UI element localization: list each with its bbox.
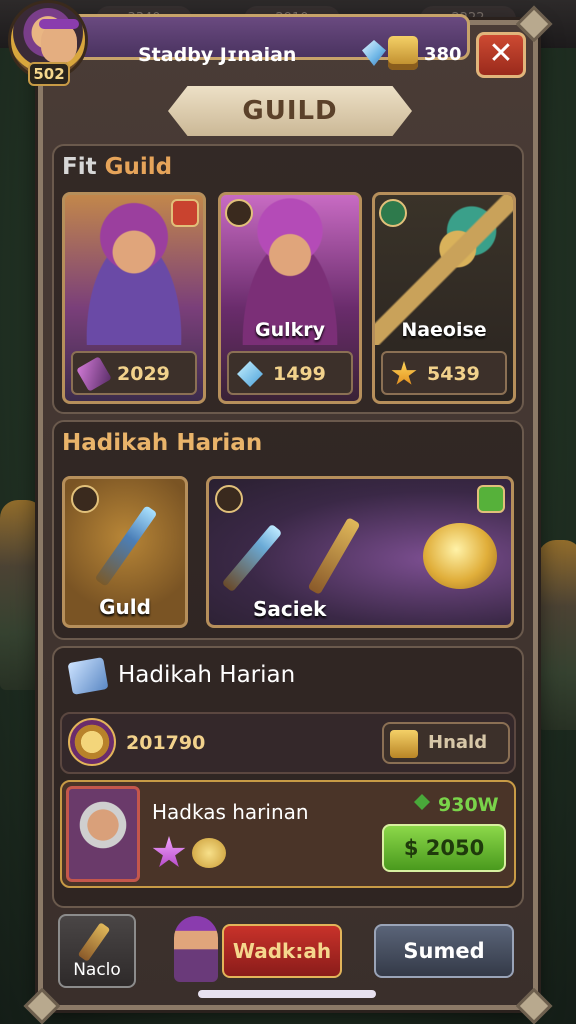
spear-icon (94, 505, 158, 587)
card-stat: 2029 (71, 351, 197, 395)
card-value: 5439 (427, 363, 480, 385)
fit-guild-title: Fit Guild (62, 154, 172, 180)
coin-stack-icon (68, 718, 116, 766)
torch-icon (221, 523, 283, 593)
rewards-title: Hadikah Harian (118, 662, 296, 688)
member-gems: 930W (438, 794, 499, 816)
background-character-right (538, 540, 576, 730)
coins-amount: 201790 (126, 732, 206, 754)
hero-avatar-icon (174, 916, 218, 982)
coin-badge-icon (215, 485, 243, 513)
member-name: Hadkas harinan (152, 800, 309, 824)
hnald-label: Hnald (428, 732, 488, 753)
crystal-icon (237, 361, 263, 387)
fit-guild-title-part2: Guild (104, 154, 173, 180)
currency-amount: 380 (424, 44, 462, 65)
fit-guild-title-part1: Fit (62, 154, 97, 180)
panel-corner-ornament (23, 987, 61, 1024)
card-name: Gulkry (254, 319, 326, 341)
daily-title: Hadikah Harian (62, 430, 263, 456)
card-value: 1499 (273, 363, 326, 385)
avatar-headband (39, 19, 79, 29)
buy-button[interactable]: $ 2050 (382, 824, 506, 872)
link-icon[interactable] (477, 485, 505, 513)
wadkah-button[interactable]: Wadk:ah (222, 924, 342, 978)
star-badge-icon (225, 199, 253, 227)
sumed-button[interactable]: Sumed (374, 924, 514, 978)
daily-reward-left-label: Guld (99, 595, 151, 619)
chest-icon (67, 657, 109, 695)
page-title: GUILD (168, 86, 412, 136)
gold-icon (388, 36, 418, 70)
guild-card-1[interactable]: 2029 (62, 192, 206, 404)
naclo-button[interactable]: Naclo (58, 914, 136, 988)
guild-card-3[interactable]: Naeoise 5439 (372, 192, 516, 404)
guild-card-2[interactable]: Gulkry 1499 (218, 192, 362, 404)
player-name: Stadby Jɪnaian (138, 44, 297, 66)
avatar-face (41, 23, 77, 63)
card-value: 2029 (117, 363, 170, 385)
member-portrait (66, 786, 140, 882)
daily-reward-right-label: Saciek (253, 597, 327, 621)
level-badge: 502 (28, 62, 70, 86)
close-button[interactable]: ✕ (476, 32, 526, 78)
sword-icon (76, 356, 112, 392)
star-icon (391, 361, 417, 385)
card-stat: 1499 (227, 351, 353, 395)
panel-corner-ornament (515, 987, 553, 1024)
card-stat: 5439 (381, 351, 507, 395)
star-badge-icon (71, 485, 99, 513)
card-name: Naeoise (401, 319, 487, 341)
home-indicator (198, 990, 376, 998)
rank-badge-icon (171, 199, 199, 227)
gold-bar-icon (390, 730, 418, 758)
emerald-badge-icon (379, 199, 407, 227)
daily-reward-right[interactable]: Saciek (206, 476, 514, 628)
coin-icon (192, 838, 226, 868)
scroll-icon (77, 922, 111, 962)
hnald-button[interactable]: Hnald (382, 722, 510, 764)
daily-reward-left[interactable]: Guld (62, 476, 188, 628)
naclo-label: Naclo (73, 960, 121, 980)
staff-icon (307, 516, 361, 596)
gold-coin-pile-icon (423, 523, 497, 589)
